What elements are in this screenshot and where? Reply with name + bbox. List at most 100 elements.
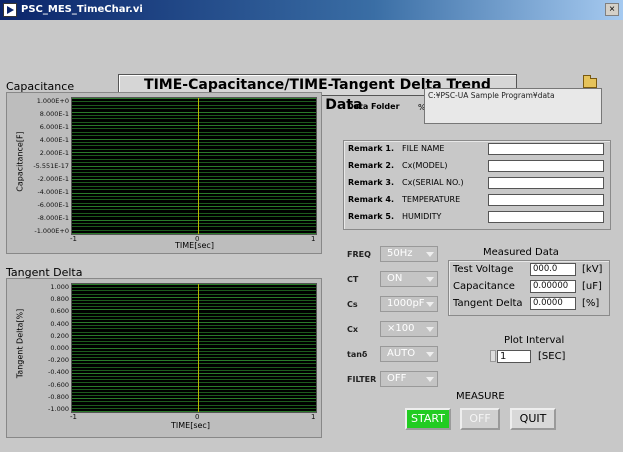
tangent-grid-line — [72, 348, 316, 349]
tangent-x-axis-title: TIME[sec] — [171, 421, 210, 430]
capacitance-ytick: -8.000E-1 — [37, 214, 69, 222]
tangent-ytick: 0.600 — [50, 307, 69, 316]
tangent-ytick: 0.800 — [50, 295, 69, 304]
freq-label: FREQ — [347, 250, 371, 259]
tangent-grid-line — [72, 335, 316, 336]
capacitance-grid-line — [72, 98, 316, 99]
chevron-down-icon — [426, 327, 434, 332]
capacitance-plot: 1.000E+0 8.000E-1 6.000E-1 4.000E-1 2.000E-1… — [6, 92, 322, 254]
capacitance-grid-line — [72, 223, 316, 224]
tandelta-label: tanδ — [347, 350, 368, 359]
capacitance-grid-line — [72, 135, 316, 136]
capacitance-grid-line — [72, 213, 316, 214]
tangent-grid-line — [72, 389, 316, 390]
capacitance-xtick: -1 — [70, 235, 77, 243]
tangent-grid-line — [72, 411, 316, 412]
tangent-grid-line — [72, 341, 316, 342]
tangent-ytick: -0.200 — [48, 356, 69, 365]
tangent-grid-line — [72, 376, 316, 377]
capacitance-ytick: 2.000E-1 — [39, 149, 69, 157]
tangent-grid-line — [72, 401, 316, 402]
off-button[interactable]: OFF — [460, 408, 500, 430]
capacitance-grid-line — [72, 155, 316, 156]
tangent-xtick: -1 — [70, 413, 77, 421]
capacitance-grid-line — [72, 128, 316, 129]
test-voltage-label: Test Voltage — [453, 264, 514, 275]
tangent-grid-line — [72, 287, 316, 288]
remark-1-input[interactable] — [488, 143, 604, 155]
capacitance-cursor[interactable] — [198, 98, 199, 234]
tangent-plot-area[interactable] — [71, 283, 317, 413]
window-title: PSC_MES_TimeChar.vi — [21, 4, 143, 15]
remark-3-input[interactable] — [488, 177, 604, 189]
capacitance-grid-line — [72, 101, 316, 102]
capacitance-y-axis-title: Capacitance[F] — [15, 131, 25, 192]
tangent-grid-line — [72, 332, 316, 333]
start-button[interactable]: START — [405, 408, 451, 430]
capacitance-grid-line — [72, 230, 316, 231]
window-titlebar: PSC_MES_TimeChar.vi × — [0, 0, 623, 20]
capacitance-grid-line — [72, 112, 316, 113]
close-icon[interactable]: × — [605, 3, 619, 16]
capacitance-plot-area[interactable] — [71, 97, 317, 235]
chevron-down-icon — [426, 277, 434, 282]
cx-value: ×100 — [387, 323, 415, 334]
remark-label: Remark 2. — [348, 161, 394, 170]
vi-front-panel: TIME-Capacitance/TIME-Tangent Delta Tren… — [0, 20, 623, 452]
browse-folder-icon[interactable] — [583, 75, 597, 88]
cx-ring[interactable]: ×100 — [380, 321, 438, 337]
freq-ring[interactable]: 50Hz — [380, 246, 438, 262]
remark-2-input[interactable] — [488, 160, 604, 172]
tangent-grid-line — [72, 354, 316, 355]
data-folder-path[interactable]: C:¥PSC-UA Sample Program¥data — [424, 88, 602, 124]
measure-label: MEASURE — [456, 391, 505, 402]
plot-interval-increment-icon[interactable] — [490, 350, 496, 362]
capacitance-x-axis-title: TIME[sec] — [175, 241, 214, 250]
remark-5-input[interactable] — [488, 211, 604, 223]
capacitance-grid-line — [72, 159, 316, 160]
tangent-grid-line — [72, 367, 316, 368]
remark-name: TEMPERATURE — [402, 195, 461, 204]
capacitance-grid-line — [72, 139, 316, 140]
quit-button[interactable]: QUIT — [510, 408, 556, 430]
tangent-y-axis-title: Tangent Delta[%] — [15, 308, 25, 379]
tangent-cursor[interactable] — [198, 284, 199, 412]
cs-label: Cs — [347, 300, 358, 309]
data-folder-label: Data Folder — [347, 102, 400, 111]
capacitance-grid-line — [72, 152, 316, 153]
capacitance-grid-line — [72, 166, 316, 167]
capacitance-label: Capacitance — [453, 281, 515, 292]
tangent-grid-line — [72, 309, 316, 310]
ct-ring[interactable]: ON — [380, 271, 438, 287]
remark-name: FILE NAME — [402, 144, 445, 153]
remark-label: Remark 3. — [348, 178, 394, 187]
tangent-ytick: 0.200 — [50, 331, 69, 340]
capacitance-grid-line — [72, 206, 316, 207]
test-voltage-indicator: 000.0 — [530, 263, 576, 276]
capacitance-grid-line — [72, 169, 316, 170]
tangent-grid-line — [72, 363, 316, 364]
cs-ring[interactable]: 1000pF — [380, 296, 438, 312]
capacitance-unit: [uF] — [582, 281, 602, 292]
cx-label: Cx — [347, 325, 359, 334]
capacitance-grid-line — [72, 209, 316, 210]
remark-4-input[interactable] — [488, 194, 604, 206]
capacitance-ytick: 8.000E-1 — [39, 110, 69, 118]
capacitance-ytick: 1.000E+0 — [36, 97, 69, 105]
capacitance-grid-line — [72, 199, 316, 200]
remark-label: Remark 5. — [348, 212, 394, 221]
capacitance-grid-line — [72, 162, 316, 163]
tandelta-ring[interactable]: AUTO — [380, 346, 438, 362]
tandelta-value: AUTO — [387, 348, 416, 359]
tangent-grid-line — [72, 313, 316, 314]
capacitance-grid-line — [72, 125, 316, 126]
capacitance-grid-line — [72, 196, 316, 197]
plot-interval-input[interactable]: 1 — [497, 350, 531, 363]
capacitance-ytick: 4.000E-1 — [39, 136, 69, 144]
filter-ring[interactable]: OFF — [380, 371, 438, 387]
tangent-xtick: 0 — [195, 413, 200, 421]
ct-value: ON — [387, 273, 403, 284]
capacitance-ytick: -2.000E-1 — [37, 175, 69, 183]
capacitance-grid-line — [72, 216, 316, 217]
tangent-grid-line — [72, 322, 316, 323]
